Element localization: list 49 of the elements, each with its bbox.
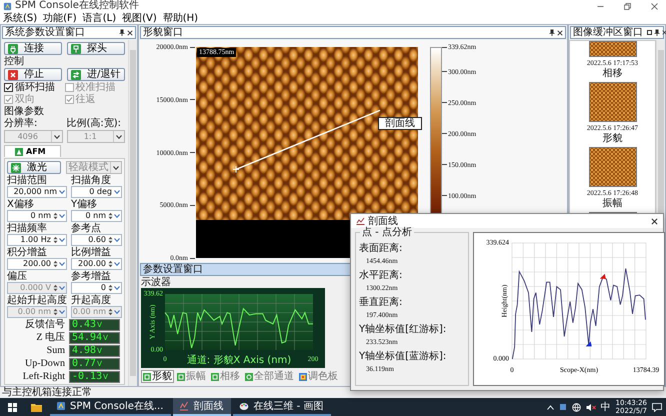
section-label: 控制 bbox=[4, 56, 24, 67]
checkbox-label: 校准扫描 bbox=[76, 82, 116, 93]
checkbox-label: 循环扫描 bbox=[15, 82, 55, 93]
field-label: 比例(高:宽): bbox=[66, 118, 122, 129]
readout-label: Z 电压 bbox=[36, 332, 65, 344]
dialog-title: 剖面线 bbox=[368, 216, 398, 226]
field-label: 积分增益 bbox=[7, 247, 47, 258]
panel-title: 形貌窗口 bbox=[143, 27, 183, 38]
panel-title: 参数设置窗口 bbox=[143, 264, 203, 275]
field-label: 扫描范围 bbox=[7, 175, 47, 186]
checkbox-label: 双向 bbox=[15, 94, 35, 105]
readout-value: 54.94 bbox=[72, 333, 102, 343]
field-label: 偏压 bbox=[7, 271, 27, 282]
section-label: 图像参数 bbox=[4, 106, 44, 117]
panel-title: 系统参数设置窗口 bbox=[5, 27, 85, 38]
field-label: 扫描频率 bbox=[7, 223, 47, 234]
field-label: 比例增益 bbox=[71, 247, 111, 258]
field-label: 升起高度 bbox=[71, 295, 111, 306]
group-label: 示波器 bbox=[141, 277, 171, 288]
readout-value: -0.13 bbox=[72, 372, 102, 382]
measurement-label: 表面距离: bbox=[359, 243, 402, 254]
readout-value: 0.77 bbox=[72, 359, 96, 369]
status-text: 与主控机箱连接正常 bbox=[2, 387, 92, 398]
field-label: 扫描角度 bbox=[71, 175, 111, 186]
profile-label: 剖面线 bbox=[378, 116, 422, 130]
readout-label: Up-Down bbox=[25, 358, 65, 370]
checkbox-label: 往返 bbox=[76, 94, 96, 105]
field-label: 参考点 bbox=[71, 223, 101, 234]
readout-label: 反馈信号 bbox=[25, 319, 65, 331]
readout-label: Sum bbox=[46, 345, 65, 357]
thumbnail-caption: 相移 bbox=[602, 68, 622, 79]
field-label: 分辨率: bbox=[4, 118, 38, 129]
readout-value: 4.98 bbox=[72, 346, 96, 356]
measurement-label: 垂直距离: bbox=[359, 297, 402, 308]
readout-value: 0.43 bbox=[72, 320, 96, 330]
field-label: 起始升起高度 bbox=[7, 295, 67, 306]
window-title: SPM Console在线控制软件 bbox=[15, 0, 139, 12]
thumbnail-caption: 形貌 bbox=[602, 133, 622, 144]
field-label: X偏移 bbox=[7, 199, 34, 210]
axis-title: 通道: 形貌X Axis (nm) bbox=[186, 355, 292, 366]
group-label: 点 - 点分析 bbox=[360, 227, 414, 238]
measurement-label: Y轴坐标值[红游标]: bbox=[359, 324, 446, 335]
measurement-label: 水平距离: bbox=[359, 270, 402, 281]
field-label: Y偏移 bbox=[71, 199, 98, 210]
panel-title: 图像缓冲区窗口 bbox=[573, 27, 643, 38]
field-label: 参考增益 bbox=[71, 271, 111, 282]
readout-label: Left-Right bbox=[22, 371, 65, 383]
thumbnail-caption: 振幅 bbox=[602, 198, 622, 209]
measurement-label: Y轴坐标值[蓝游标]: bbox=[359, 351, 446, 362]
